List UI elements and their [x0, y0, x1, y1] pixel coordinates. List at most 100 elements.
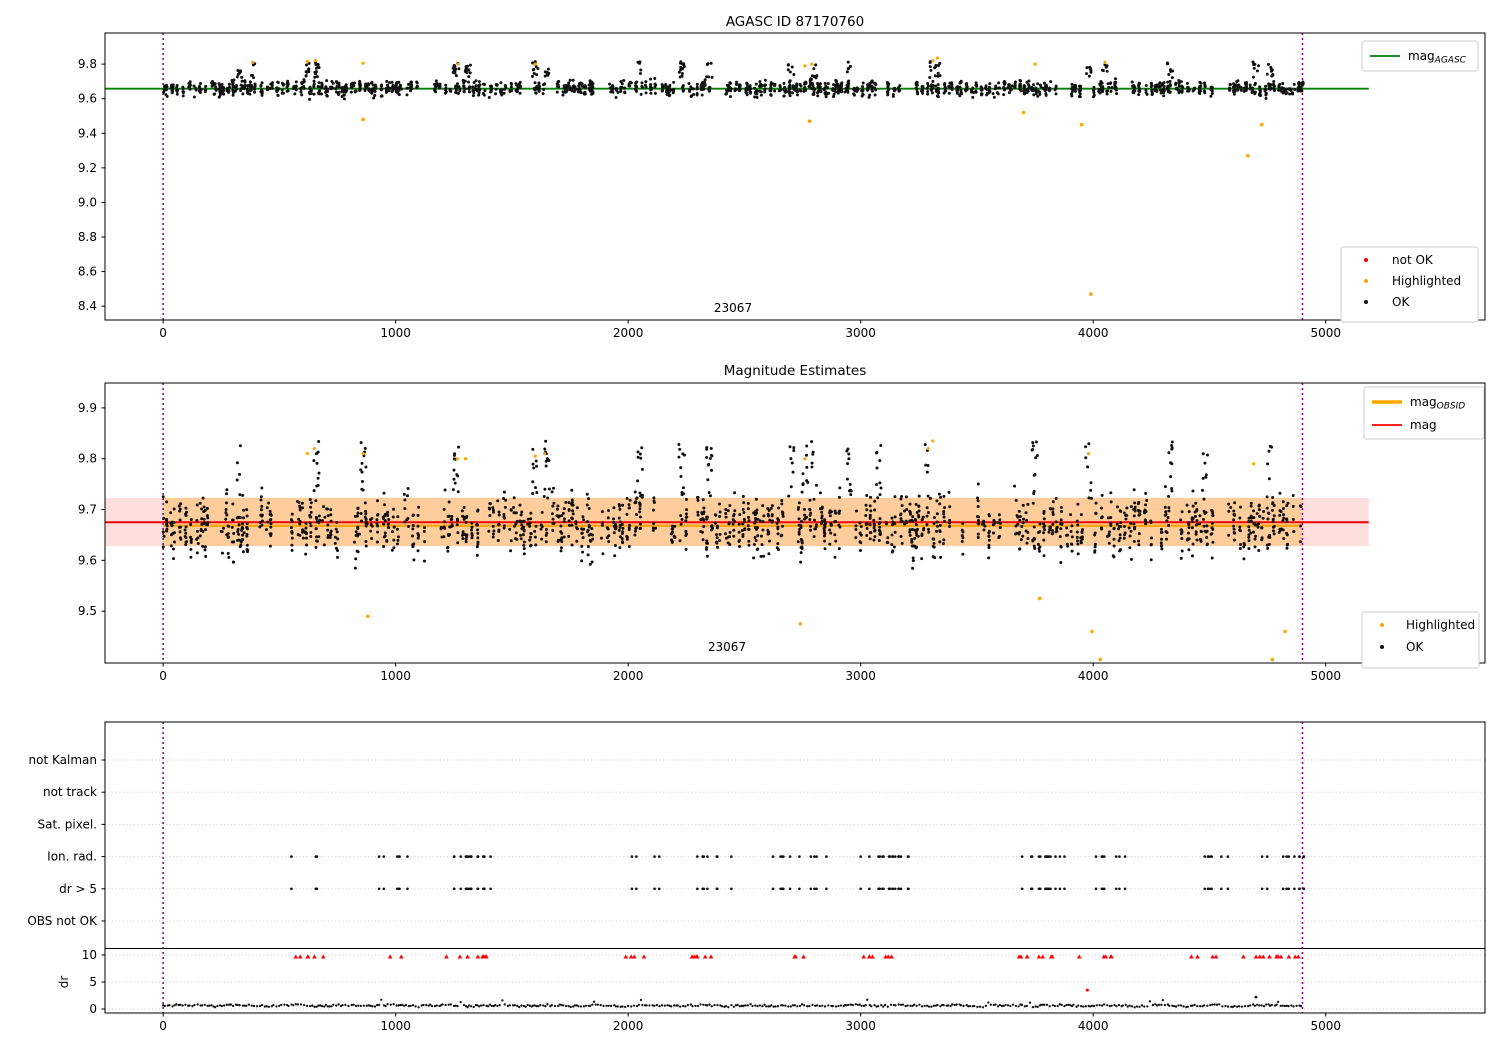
ok-point: [872, 526, 876, 530]
ok-point: [1187, 548, 1191, 552]
ok-point: [826, 82, 830, 86]
ok-point: [476, 528, 480, 532]
ok-point: [1144, 84, 1148, 88]
ok-point: [1132, 86, 1136, 90]
ok-point: [706, 463, 710, 467]
ok-point: [1137, 81, 1141, 85]
ok-point: [846, 447, 850, 451]
ok-point: [1112, 537, 1116, 541]
ok-point: [201, 496, 205, 500]
ok-point: [1119, 521, 1123, 525]
ok-point: [1285, 546, 1289, 550]
dr-trace-point: [582, 1005, 585, 1008]
ok-point: [1233, 501, 1237, 505]
ok-point: [1025, 541, 1029, 545]
ok-point: [333, 541, 337, 545]
ok-point: [1203, 91, 1207, 95]
dr-trace-point: [998, 1003, 1002, 1007]
ok-point: [705, 63, 709, 67]
ok-point: [928, 75, 932, 79]
ok-point: [620, 522, 624, 526]
ok-point: [746, 524, 750, 528]
ok-point: [519, 513, 523, 517]
ok-point: [343, 85, 347, 89]
ok-point: [298, 508, 302, 512]
ok-point: [280, 81, 284, 85]
ok-point: [1033, 472, 1037, 476]
ok-point: [235, 478, 239, 482]
ok-point: [1051, 507, 1055, 511]
ok-point: [766, 528, 770, 532]
ok-point: [634, 89, 638, 93]
ok-point: [987, 543, 991, 547]
dr-trace-point: [1002, 1004, 1005, 1008]
dr-trace-point: [906, 1004, 909, 1007]
ok-point: [1084, 445, 1088, 449]
ok-point: [926, 82, 930, 86]
ok-point: [1291, 494, 1295, 498]
ok-point: [1163, 505, 1167, 509]
dr-trace-point: [435, 1004, 439, 1007]
dr-trace-point: [1036, 1005, 1039, 1009]
ok-point: [998, 521, 1002, 525]
ok-point: [814, 483, 818, 487]
ok-point: [1291, 92, 1295, 96]
ok-point: [635, 496, 639, 500]
ok-point: [838, 486, 842, 490]
ok-point: [358, 88, 362, 92]
ok-point: [639, 68, 643, 72]
dr-trace-point: [1199, 1005, 1202, 1008]
ok-point: [184, 543, 188, 547]
ok-point: [489, 85, 493, 89]
ion-rad-flag-point: [809, 855, 813, 858]
ok-point: [812, 518, 816, 522]
ok-point: [442, 535, 446, 539]
ok-point: [530, 74, 534, 78]
dr-trace-point: [899, 1003, 903, 1006]
ok-point: [900, 495, 904, 499]
ok-point: [1199, 537, 1203, 541]
ok-point: [519, 533, 523, 537]
ok-point: [917, 504, 921, 508]
ok-point: [1298, 540, 1302, 544]
dr-trace-point: [1006, 1004, 1010, 1007]
dr-trace-point: [904, 1004, 907, 1008]
ok-point: [509, 508, 513, 512]
ok-point: [162, 90, 166, 94]
ok-point: [1013, 484, 1017, 488]
ok-point: [476, 509, 480, 513]
not-ok-dr-outlier: [1085, 988, 1089, 992]
dr-trace-point: [501, 999, 504, 1002]
ok-point: [464, 537, 468, 541]
ok-point: [230, 525, 234, 529]
dr-trace-point: [1237, 1005, 1241, 1008]
dr-trace-point: [736, 1003, 739, 1007]
ok-point: [535, 491, 539, 495]
dr-trace-point: [210, 1004, 213, 1007]
ok-point: [450, 524, 454, 528]
ok-point: [400, 87, 404, 91]
ok-point: [522, 525, 526, 529]
ok-point: [1179, 556, 1183, 560]
ok-point: [297, 517, 301, 521]
ok-point: [508, 527, 512, 531]
ok-point: [677, 443, 681, 447]
ok-point: [1144, 90, 1148, 94]
ok-point: [416, 536, 420, 540]
ok-point: [1232, 524, 1236, 528]
ok-point: [539, 523, 543, 527]
ok-point: [1054, 84, 1058, 88]
ok-point: [224, 501, 228, 505]
ok-point: [865, 534, 869, 538]
y-tick-label: 9.2: [78, 161, 97, 175]
dr-trace-point: [946, 1004, 950, 1007]
ok-point: [318, 518, 322, 522]
ok-point: [205, 506, 209, 510]
dr-trace-point: [666, 1004, 669, 1007]
ion-rad-flag-point: [314, 855, 318, 858]
ion-rad-flag-point: [813, 855, 816, 858]
ok-point: [561, 93, 565, 97]
ok-point: [911, 519, 915, 523]
ok-point: [988, 529, 992, 533]
ok-point: [483, 89, 487, 93]
